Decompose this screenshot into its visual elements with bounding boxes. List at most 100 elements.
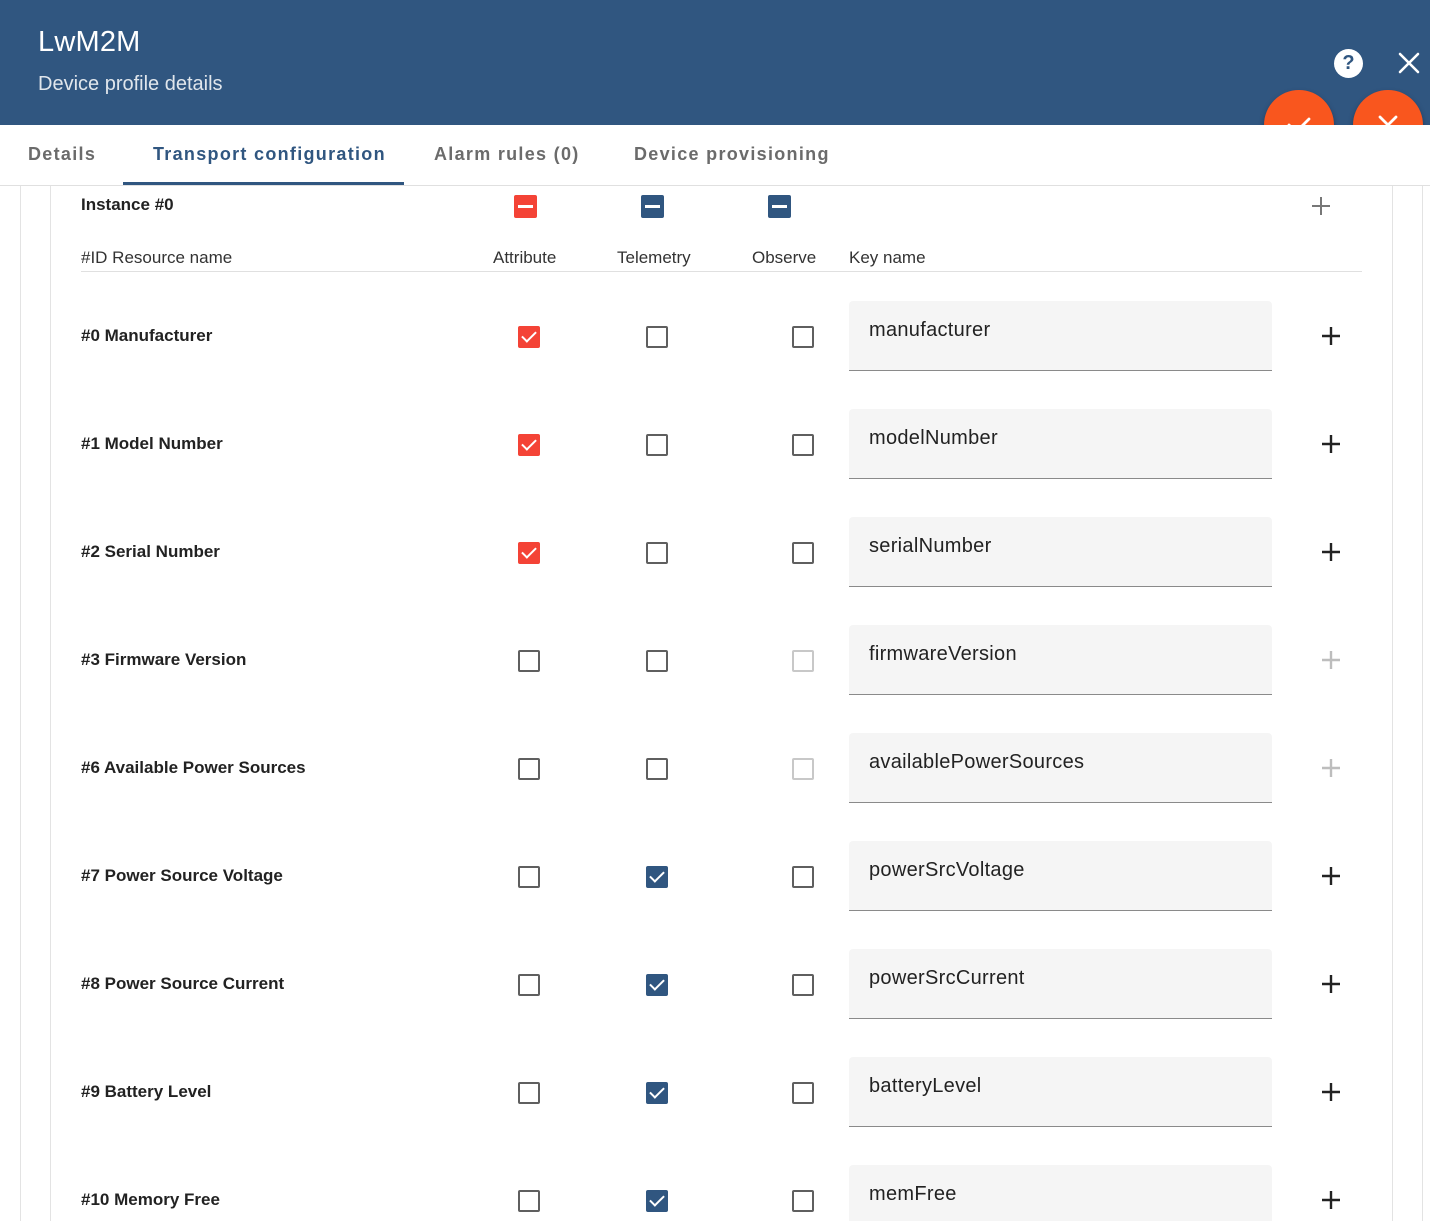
resource-name: #3 Firmware Version: [81, 650, 247, 669]
key-name-field[interactable]: [849, 625, 1272, 695]
resource-row: #7 Power Source Voltage: [0, 836, 1430, 944]
plus-icon: [1322, 1191, 1340, 1209]
telemetry-checkbox[interactable]: [646, 542, 668, 564]
attribute-checkbox[interactable]: [518, 866, 540, 888]
plus-icon: [1322, 327, 1340, 345]
close-button[interactable]: [1394, 46, 1424, 80]
observe-checkbox[interactable]: [792, 1082, 814, 1104]
dialog-subtitle: Device profile details: [38, 73, 223, 95]
active-tab-indicator: [123, 182, 404, 185]
add-attribute-button[interactable]: [1319, 540, 1343, 564]
attribute-checkbox[interactable]: [518, 1190, 540, 1212]
observe-checkbox[interactable]: [792, 974, 814, 996]
close-icon: [1398, 52, 1420, 74]
telemetry-checkbox[interactable]: [646, 326, 668, 348]
add-attribute-button[interactable]: [1319, 1080, 1343, 1104]
key-name-field[interactable]: [849, 949, 1272, 1019]
tab-device-provisioning[interactable]: Device provisioning: [634, 125, 830, 185]
key-name-input[interactable]: [869, 319, 1259, 342]
transport-config-content[interactable]: Instance #0 #ID Resource name Attribute …: [0, 186, 1430, 1221]
observe-checkbox[interactable]: [792, 866, 814, 888]
resource-row: #3 Firmware Version: [0, 620, 1430, 728]
attribute-checkbox[interactable]: [518, 1082, 540, 1104]
plus-icon: [1322, 867, 1340, 885]
key-name-input[interactable]: [869, 751, 1259, 774]
tab-details[interactable]: Details: [28, 125, 96, 185]
tab-transport-configuration[interactable]: Transport configuration: [153, 125, 386, 185]
resource-row: #10 Memory Free: [0, 1160, 1430, 1221]
observe-select-all-checkbox[interactable]: [768, 195, 791, 218]
observe-checkbox: [792, 650, 814, 672]
telemetry-checkbox[interactable]: [646, 974, 668, 996]
key-name-field[interactable]: [849, 409, 1272, 479]
key-name-input[interactable]: [869, 967, 1259, 990]
telemetry-checkbox[interactable]: [646, 650, 668, 672]
resource-row: #8 Power Source Current: [0, 944, 1430, 1052]
observe-checkbox[interactable]: [792, 1190, 814, 1212]
key-name-field[interactable]: [849, 841, 1272, 911]
key-name-field[interactable]: [849, 301, 1272, 371]
observe-checkbox: [792, 758, 814, 780]
telemetry-checkbox[interactable]: [646, 758, 668, 780]
plus-icon: [1312, 197, 1330, 215]
add-attribute-button[interactable]: [1319, 324, 1343, 348]
telemetry-checkbox[interactable]: [646, 1190, 668, 1212]
resource-row: #2 Serial Number: [0, 512, 1430, 620]
key-name-input[interactable]: [869, 643, 1259, 666]
add-attribute-button[interactable]: [1319, 972, 1343, 996]
telemetry-select-all-checkbox[interactable]: [641, 195, 664, 218]
key-name-input[interactable]: [869, 1075, 1259, 1098]
resource-name: #8 Power Source Current: [81, 974, 285, 993]
key-name-field[interactable]: [849, 1165, 1272, 1221]
key-name-field[interactable]: [849, 733, 1272, 803]
add-attribute-button[interactable]: [1319, 432, 1343, 456]
tab-alarm-rules[interactable]: Alarm rules (0): [434, 125, 580, 185]
telemetry-checkbox[interactable]: [646, 434, 668, 456]
resource-name: #10 Memory Free: [81, 1190, 220, 1209]
key-name-input[interactable]: [869, 427, 1259, 450]
plus-icon: [1322, 1083, 1340, 1101]
add-attribute-button: [1319, 648, 1343, 672]
column-header-attribute: Attribute: [493, 248, 557, 267]
dialog-header: LwM2M Device profile details ?: [0, 0, 1430, 125]
tab-bar: Details Transport configuration Alarm ru…: [0, 125, 1430, 186]
key-name-input[interactable]: [869, 535, 1259, 558]
key-name-field[interactable]: [849, 1057, 1272, 1127]
attribute-checkbox[interactable]: [518, 974, 540, 996]
attribute-checkbox[interactable]: [518, 326, 540, 348]
add-attribute-button[interactable]: [1319, 864, 1343, 888]
plus-icon: [1322, 759, 1340, 777]
column-header-telemetry: Telemetry: [617, 248, 691, 267]
key-name-field[interactable]: [849, 517, 1272, 587]
plus-icon: [1322, 975, 1340, 993]
resource-row: #1 Model Number: [0, 404, 1430, 512]
observe-checkbox[interactable]: [792, 434, 814, 456]
observe-checkbox[interactable]: [792, 326, 814, 348]
resource-name: #6 Available Power Sources: [81, 758, 306, 777]
plus-icon: [1322, 435, 1340, 453]
telemetry-checkbox[interactable]: [646, 866, 668, 888]
key-name-input[interactable]: [869, 1183, 1259, 1206]
attribute-checkbox[interactable]: [518, 542, 540, 564]
plus-icon: [1322, 543, 1340, 561]
add-instance-button[interactable]: [1309, 194, 1333, 218]
help-button[interactable]: ?: [1334, 49, 1363, 78]
plus-icon: [1322, 651, 1340, 669]
dialog-title: LwM2M: [38, 26, 141, 58]
help-icon: ?: [1342, 52, 1355, 74]
attribute-checkbox[interactable]: [518, 434, 540, 456]
telemetry-checkbox[interactable]: [646, 1082, 668, 1104]
add-attribute-button: [1319, 756, 1343, 780]
attribute-select-all-checkbox[interactable]: [514, 195, 537, 218]
header-divider: [81, 271, 1362, 272]
instance-label: Instance #0: [81, 195, 174, 214]
resource-row: #9 Battery Level: [0, 1052, 1430, 1160]
add-attribute-button[interactable]: [1319, 1188, 1343, 1212]
resource-name: #7 Power Source Voltage: [81, 866, 283, 885]
resource-name: #1 Model Number: [81, 434, 223, 453]
observe-checkbox[interactable]: [792, 542, 814, 564]
attribute-checkbox[interactable]: [518, 650, 540, 672]
resource-name: #9 Battery Level: [81, 1082, 212, 1101]
key-name-input[interactable]: [869, 859, 1259, 882]
attribute-checkbox[interactable]: [518, 758, 540, 780]
